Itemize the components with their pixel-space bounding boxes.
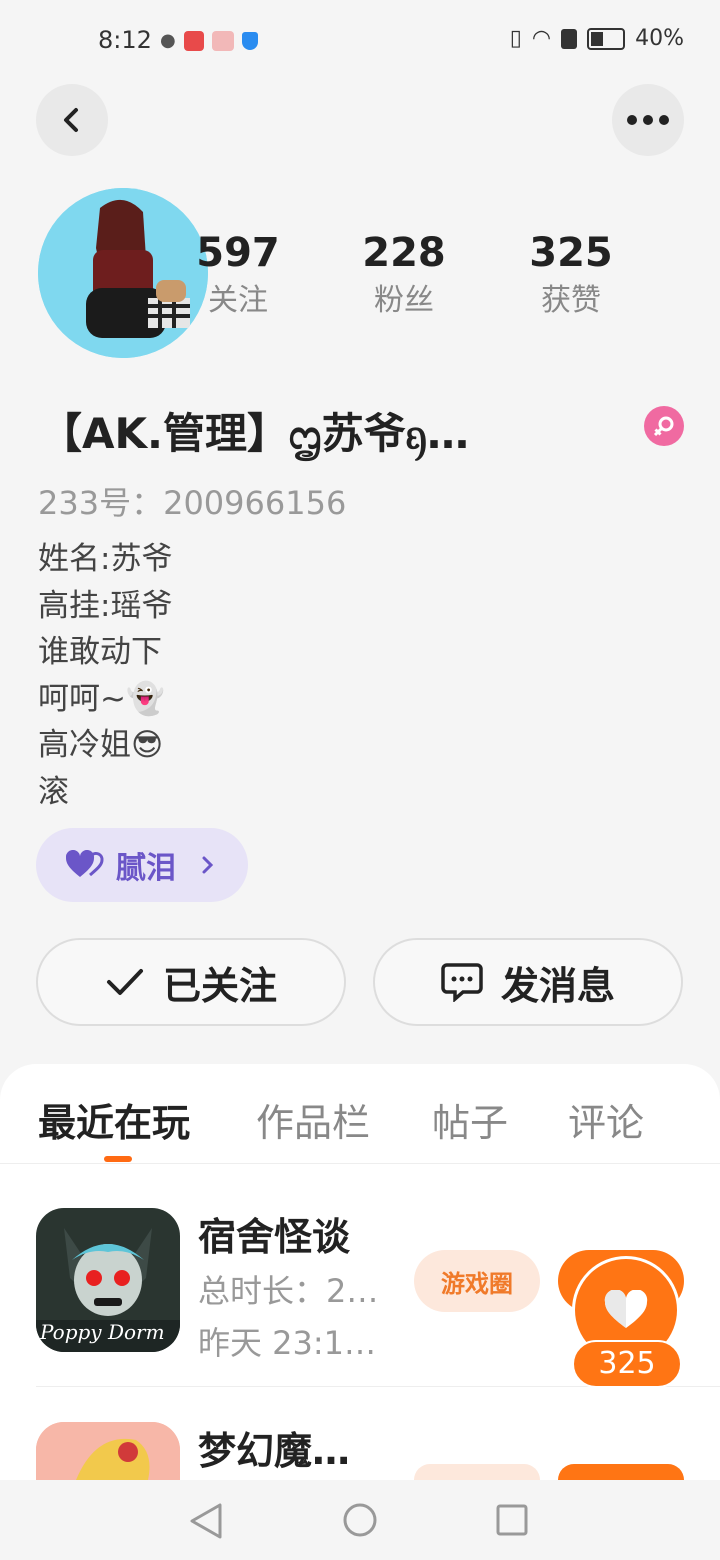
followers-count: 228 [362, 230, 446, 276]
app-icon [183, 30, 204, 51]
home-nav-icon[interactable] [342, 1502, 378, 1538]
vibrate-icon: ▯ [509, 26, 522, 51]
wifi-icon: ◠ [531, 26, 552, 51]
heart-icon [604, 1290, 648, 1328]
tab-works[interactable]: 作品栏 [256, 1092, 370, 1147]
game-icon[interactable] [36, 1422, 180, 1480]
game-icon[interactable]: Poppy Dorm [36, 1208, 180, 1352]
game-title: 梦幻魔… [198, 1429, 351, 1473]
status-time: 8:12 [98, 26, 152, 54]
followed-label: 已关注 [162, 963, 277, 1008]
user-id: 233号：200966156 [38, 484, 347, 522]
back-button[interactable] [36, 84, 108, 156]
stat-following[interactable]: 597 关注 [178, 228, 298, 324]
following-count: 597 [196, 230, 280, 276]
heart-icon [66, 850, 104, 877]
tab-recent-playing[interactable]: 最近在玩 [38, 1092, 190, 1147]
notification-icons: ● [160, 30, 258, 51]
alert-icon [561, 28, 578, 49]
following-label: 关注 [208, 283, 268, 318]
tab-posts[interactable]: 帖子 [432, 1092, 508, 1147]
game-last-played: 昨天 23:1… [198, 1324, 377, 1362]
likes-label: 获赞 [541, 283, 601, 318]
recents-nav-icon[interactable] [496, 1504, 528, 1536]
game-title: 宿舍怪谈 [198, 1215, 351, 1259]
likes-count: 325 [529, 230, 613, 276]
message-button[interactable]: 发消息 [373, 938, 683, 1026]
stat-followers[interactable]: 228 粉丝 [344, 228, 464, 324]
followers-label: 粉丝 [374, 283, 434, 318]
bio-line: 高挂:瑶爷 [38, 587, 173, 624]
check-icon [106, 969, 143, 995]
chevron-left-icon [64, 108, 78, 132]
intimacy-tag[interactable]: 腻泪 [36, 828, 248, 902]
bio-line: 呵呵~👻 [38, 680, 165, 717]
battery-icon [587, 27, 626, 50]
game-circle-button[interactable] [414, 1464, 540, 1480]
tab-comments[interactable]: 评论 [568, 1092, 644, 1147]
app-icon [211, 30, 234, 51]
shield-icon [241, 31, 258, 50]
nickname: 【AK.管理】ᦗ苏爷ᦏ… [40, 409, 469, 458]
play-button[interactable] [558, 1464, 684, 1480]
more-icon [627, 115, 669, 125]
game-duration: 总时长：2… [198, 1272, 379, 1310]
bio-line: 谁敢动下 [38, 634, 162, 670]
divider [0, 1163, 720, 1164]
tab-indicator [104, 1156, 132, 1162]
chevron-right-icon [202, 856, 214, 874]
bio: 姓名:苏爷 高挂:瑶爷 谁敢动下 呵呵~👻 高冷姐😎 滚 [38, 536, 172, 815]
followed-button[interactable]: 已关注 [36, 938, 346, 1026]
bio-line: 姓名:苏爷 [38, 541, 173, 577]
message-label: 发消息 [500, 963, 615, 1008]
back-nav-icon[interactable] [188, 1502, 224, 1540]
wechat-icon: ● [160, 30, 176, 51]
battery-level: 40% [635, 26, 684, 51]
more-button[interactable] [612, 84, 684, 156]
status-right: ▯ ◠ 40% [510, 26, 684, 51]
system-nav-bar [0, 1480, 720, 1560]
game-circle-button[interactable]: 游戏圈 [414, 1250, 540, 1312]
tag-label: 腻泪 [116, 851, 176, 886]
game-icon-text: Poppy Dorm [40, 1320, 165, 1344]
bio-line: 高冷姐😎 [38, 727, 164, 763]
female-icon [644, 406, 684, 446]
stat-likes[interactable]: 325 获赞 [511, 228, 631, 324]
like-count: 325 [572, 1340, 682, 1388]
bio-line: 滚 [38, 773, 69, 810]
chat-icon [441, 963, 483, 1002]
